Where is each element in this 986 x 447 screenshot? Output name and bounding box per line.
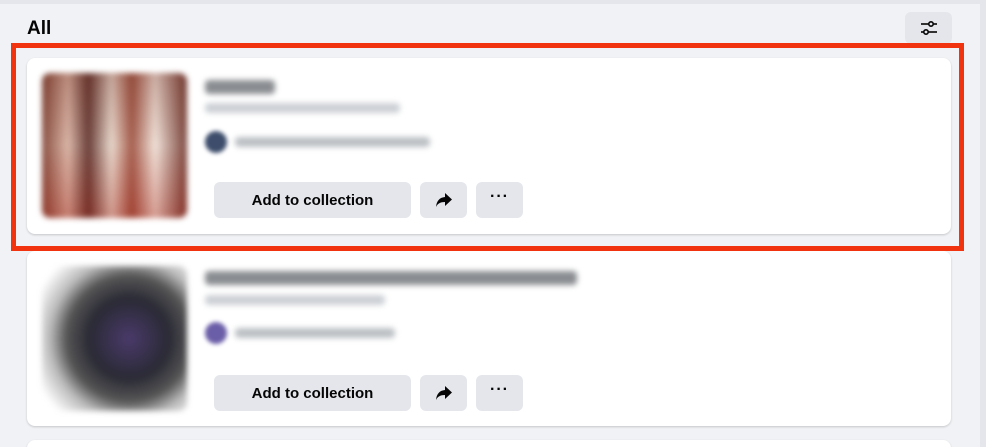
item-title-redacted[interactable] xyxy=(205,271,577,285)
item-thumbnail[interactable] xyxy=(42,266,187,411)
more-dots-icon: ··· xyxy=(490,188,509,205)
add-to-collection-button[interactable]: Add to collection xyxy=(214,182,411,218)
saved-item-card[interactable]: Add to collection ··· xyxy=(27,58,951,234)
saved-item-card[interactable] xyxy=(27,440,951,447)
sliders-icon xyxy=(920,21,937,35)
filter-button[interactable] xyxy=(905,12,952,44)
more-dots-icon: ··· xyxy=(490,381,509,398)
more-options-button[interactable]: ··· xyxy=(476,375,523,411)
section-title: All xyxy=(27,18,52,39)
item-subtitle-redacted xyxy=(205,295,385,305)
item-source-redacted xyxy=(235,328,395,338)
add-to-collection-button[interactable]: Add to collection xyxy=(214,375,411,411)
avatar xyxy=(205,131,227,153)
avatar xyxy=(205,322,227,344)
item-subtitle-redacted xyxy=(205,103,400,113)
top-divider xyxy=(0,0,986,4)
share-button[interactable] xyxy=(420,375,467,411)
share-button[interactable] xyxy=(420,182,467,218)
right-scroll-edge xyxy=(980,0,986,447)
saved-item-card[interactable]: Add to collection ··· xyxy=(27,251,951,426)
more-options-button[interactable]: ··· xyxy=(476,182,523,218)
share-arrow-icon xyxy=(435,193,452,207)
item-thumbnail[interactable] xyxy=(42,73,187,218)
item-title-redacted[interactable] xyxy=(205,80,275,94)
item-source-redacted xyxy=(235,137,430,147)
share-arrow-icon xyxy=(435,386,452,400)
